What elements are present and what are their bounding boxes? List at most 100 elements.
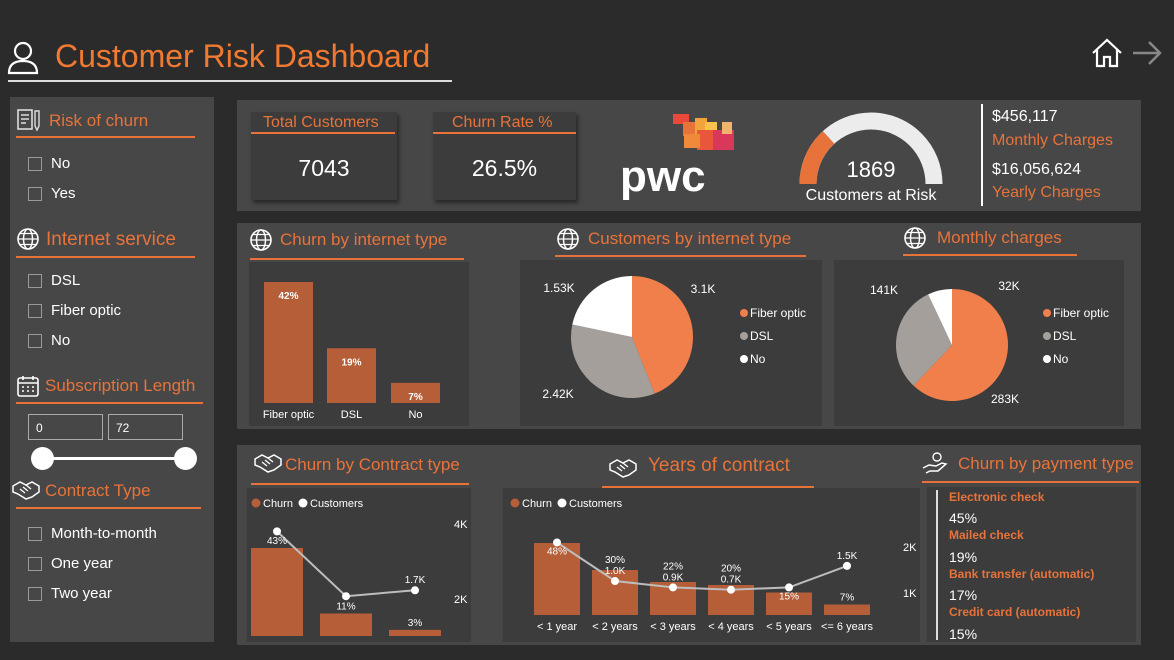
customers-at-risk-gauge: 1869 Customers at Risk xyxy=(796,108,946,208)
bar-data-label: 7% xyxy=(408,392,423,403)
total-customers-value: 7043 xyxy=(298,155,350,181)
yearly-charges-label: Yearly Charges xyxy=(992,184,1101,201)
section-underline xyxy=(922,481,1139,483)
checkbox[interactable] xyxy=(28,303,42,318)
internet-option-fiber[interactable]: Fiber optic xyxy=(28,302,121,319)
internet-title-underline xyxy=(16,256,195,258)
checkbox[interactable] xyxy=(28,156,42,171)
legend-label: Fiber optic xyxy=(750,306,806,320)
section-underline xyxy=(903,254,1077,256)
handshake-icon xyxy=(12,478,40,507)
contract-option-two-year[interactable]: Two year xyxy=(28,585,112,602)
legend-label: No xyxy=(750,352,766,366)
section-underline xyxy=(251,483,469,485)
hand-money-icon xyxy=(922,450,948,481)
globe-icon xyxy=(903,226,927,255)
line-data-label: 0.9K xyxy=(663,572,684,583)
kpi-label-underline xyxy=(251,132,395,134)
pwc-logo-text: pwc xyxy=(620,152,706,201)
subscription-max-input[interactable]: 72 xyxy=(108,414,183,440)
checkbox[interactable] xyxy=(28,273,42,288)
internet-option-dsl[interactable]: DSL xyxy=(28,272,80,289)
legend-marker xyxy=(740,309,748,317)
monthly-charges-value: $456,117 xyxy=(992,108,1058,125)
pie-data-label: 3.1K xyxy=(691,282,716,296)
legend-marker xyxy=(251,498,261,508)
risk-option-no[interactable]: No xyxy=(28,155,70,172)
payment-value-bank: 17% xyxy=(949,587,978,603)
x-tick-label: <= 6 years xyxy=(821,621,873,633)
churn-rate-card: Churn Rate % 26.5% xyxy=(433,112,576,200)
checkbox[interactable] xyxy=(28,556,42,571)
churn-by-contract-chart: 43% 11% 1.7K 3% Churn Customers 4K 2K xyxy=(251,498,468,636)
line-point xyxy=(669,583,677,592)
payment-value-mailed: 19% xyxy=(949,549,978,565)
checkbox[interactable] xyxy=(28,586,42,601)
contract-option-month[interactable]: Month-to-month xyxy=(28,525,157,542)
bar-data-label: 48% xyxy=(547,546,567,557)
subscription-slider-track[interactable] xyxy=(42,457,186,460)
risk-of-churn-title: Risk of churn xyxy=(49,111,149,130)
legend-marker xyxy=(740,355,748,363)
x-tick-label: Fiber optic xyxy=(263,409,315,421)
bar-data-label: 30% xyxy=(605,555,625,566)
x-tick-label: DSL xyxy=(341,409,362,421)
churn-payment-title: Churn by payment type xyxy=(958,454,1134,473)
subscription-min-input[interactable]: 0 xyxy=(28,414,103,440)
y-tick-label: 2K xyxy=(903,542,917,554)
y-tick-label: 1K xyxy=(903,588,917,600)
payment-divider xyxy=(936,490,938,640)
y-tick-label: 4K xyxy=(454,519,468,531)
internet-option-no[interactable]: No xyxy=(28,332,70,349)
pie-data-label: 141K xyxy=(870,283,898,297)
x-tick-label: < 5 years xyxy=(766,621,812,633)
home-icon xyxy=(1092,38,1122,68)
bar xyxy=(251,548,303,636)
x-tick-label: < 1 year xyxy=(537,621,577,633)
x-tick-label: < 4 years xyxy=(708,621,754,633)
years-contract-title: Years of contract xyxy=(648,455,790,476)
checkbox[interactable] xyxy=(28,186,42,201)
yearly-charges-value: $16,056,624 xyxy=(992,161,1081,178)
payment-name-credit: Credit card (automatic) xyxy=(949,605,1081,619)
total-customers-card: Total Customers 7043 xyxy=(251,112,397,200)
arrow-right-icon xyxy=(1133,41,1162,65)
years-of-contract-chart: < 1 year < 2 years < 3 years < 4 years < 5 y… xyxy=(510,498,917,633)
pie-data-label: 1.53K xyxy=(543,281,574,295)
churn-rate-label: Churn Rate % xyxy=(452,114,553,131)
monthly-charges-title: Monthly charges xyxy=(937,228,1062,247)
contract-type-title: Contract Type xyxy=(45,481,151,500)
monthly-charges-label: Monthly Charges xyxy=(992,132,1113,149)
pwc-logo: pwc xyxy=(620,112,740,202)
bar xyxy=(389,629,441,636)
contract-option-one-year[interactable]: One year xyxy=(28,555,113,572)
next-page-button[interactable] xyxy=(1130,36,1164,70)
at-risk-label: Customers at Risk xyxy=(806,187,938,204)
customers-by-internet-chart: 3.1K 2.42K 1.53K Fiber optic DSL No xyxy=(542,276,806,401)
section-underline xyxy=(250,258,464,260)
line-data-label: 1.0K xyxy=(605,566,626,577)
checkbox[interactable] xyxy=(28,526,42,541)
gauge-fill xyxy=(799,131,835,185)
checkbox[interactable] xyxy=(28,333,42,348)
risk-option-yes[interactable]: Yes xyxy=(28,185,75,202)
legend-marker xyxy=(1043,355,1051,363)
legend-label: Churn xyxy=(522,498,552,510)
line-data-label: 0.7K xyxy=(721,575,742,586)
monthly-charges-chart: 283K 141K 32K Fiber optic DSL No xyxy=(870,279,1109,406)
section-underline xyxy=(555,255,806,257)
subscription-title-underline xyxy=(16,402,203,404)
contract-title-underline xyxy=(16,507,201,509)
line-point xyxy=(411,586,419,595)
risk-title-underline xyxy=(16,136,195,138)
legend-label: No xyxy=(1053,352,1069,366)
calendar-icon xyxy=(16,374,40,403)
bar-data-label: 3% xyxy=(408,618,423,629)
globe-icon xyxy=(249,228,273,257)
subscription-slider-min-handle[interactable] xyxy=(31,447,54,470)
bar-data-label: 43% xyxy=(267,536,287,547)
x-tick-label: < 2 years xyxy=(592,621,638,633)
subscription-slider-max-handle[interactable] xyxy=(174,447,197,470)
home-button[interactable] xyxy=(1090,36,1124,70)
legend-marker xyxy=(298,498,308,508)
